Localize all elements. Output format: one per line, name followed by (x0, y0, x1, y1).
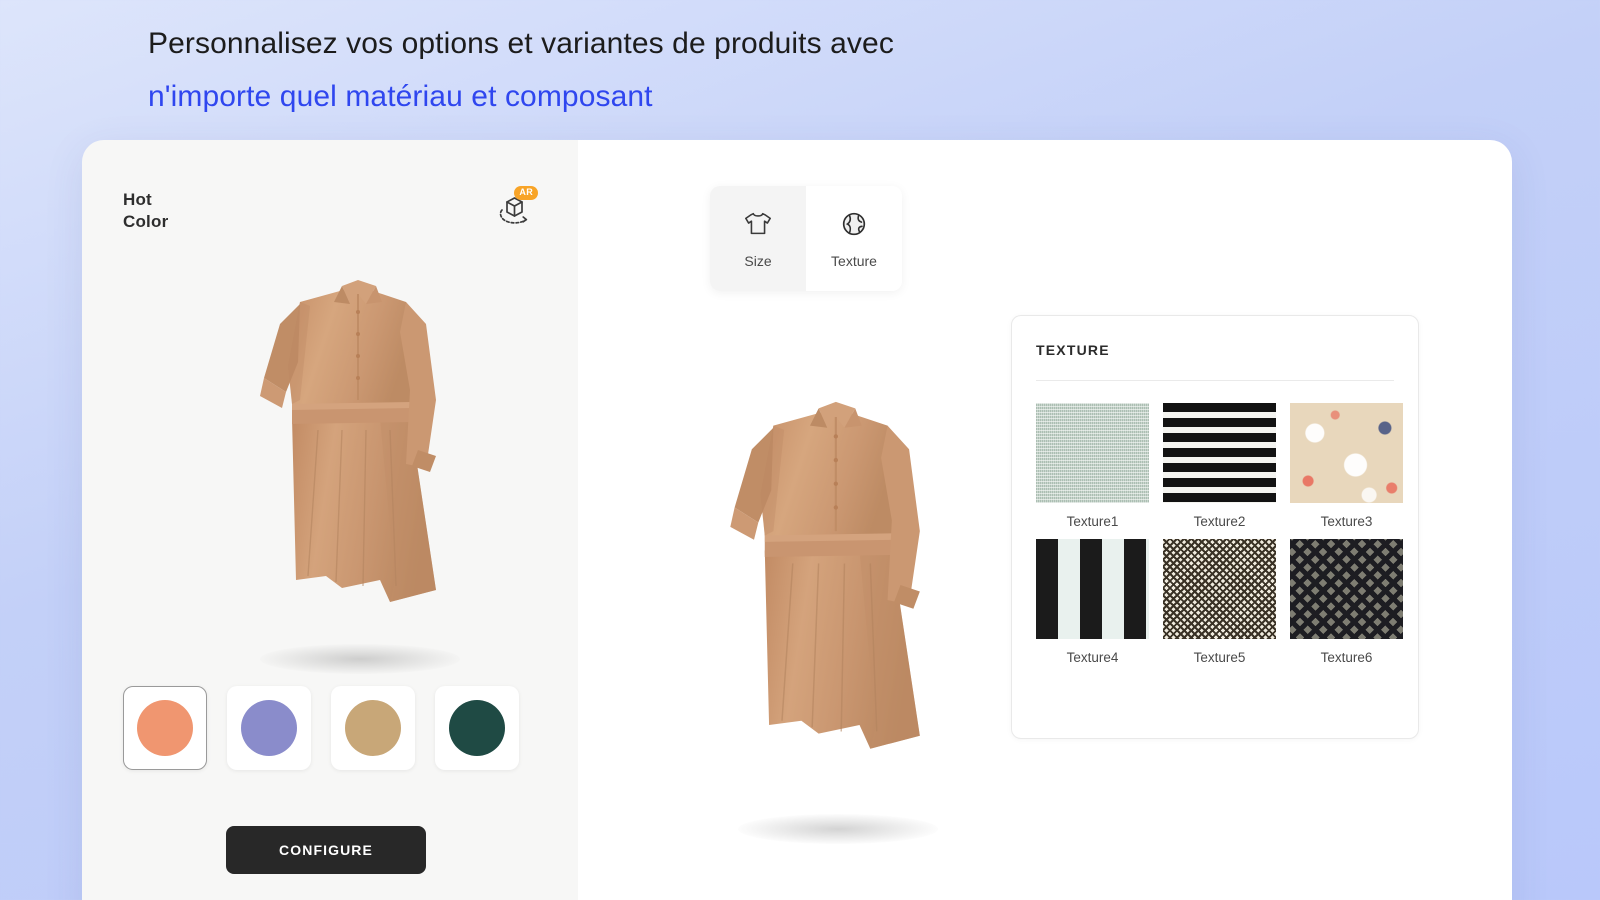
texture-swatch-image (1290, 403, 1403, 503)
right-configurator-panel: Size Texture TEXTURE Texture1 Texture2 T… (578, 140, 1512, 900)
page-headline: Personnalisez vos options et variantes d… (148, 22, 1248, 119)
ar-view-button[interactable]: AR (490, 186, 538, 232)
texture-option-2[interactable]: Texture2 (1163, 403, 1276, 529)
left-product-preview[interactable] (230, 250, 490, 674)
tab-texture-label: Texture (831, 252, 877, 269)
texture-swatch-image (1036, 403, 1149, 503)
hot-color-title: Hot Color (123, 189, 168, 233)
configure-button[interactable]: CONFIGURE (226, 826, 426, 874)
tshirt-icon (745, 212, 771, 234)
color-swatch-deep-teal[interactable] (435, 686, 519, 770)
texture-swatch-image (1163, 539, 1276, 639)
left-preview-panel: Hot Color AR CONFIGURE (82, 140, 578, 900)
tab-texture[interactable]: Texture (806, 186, 902, 291)
texture-swatch-image (1290, 539, 1403, 639)
option-tab-group: Size Texture (710, 186, 902, 291)
color-dot (241, 700, 297, 756)
texture-panel-title: TEXTURE (1036, 342, 1110, 358)
configurator-card: Hot Color AR CONFIGURE Size Texture TEXT… (82, 140, 1512, 900)
texture-option-label: Texture6 (1320, 650, 1373, 665)
texture-grid: Texture1 Texture2 Texture3 Texture4 Text… (1036, 403, 1403, 665)
hot-color-title-line-1: Hot (123, 190, 152, 209)
product-shadow (260, 644, 460, 674)
color-dot (449, 700, 505, 756)
tab-size[interactable]: Size (710, 186, 806, 291)
texture-option-label: Texture4 (1066, 650, 1119, 665)
color-dot (345, 700, 401, 756)
shirt-dress-illustration (260, 280, 436, 602)
texture-swatch-image (1163, 403, 1276, 503)
texture-option-4[interactable]: Texture4 (1036, 539, 1149, 665)
color-swatch-periwinkle[interactable] (227, 686, 311, 770)
texture-option-label: Texture2 (1193, 514, 1246, 529)
color-dot (137, 700, 193, 756)
texture-option-6[interactable]: Texture6 (1290, 539, 1403, 665)
shirt-dress-illustration (730, 401, 920, 749)
headline-line-2: n'importe quel matériau et composant (148, 80, 653, 113)
texture-option-5[interactable]: Texture5 (1163, 539, 1276, 665)
right-product-preview[interactable] (698, 350, 978, 844)
texture-option-label: Texture5 (1193, 650, 1246, 665)
texture-panel: TEXTURE Texture1 Texture2 Texture3 Textu… (1011, 315, 1419, 739)
ar-badge: AR (514, 186, 538, 200)
texture-option-1[interactable]: Texture1 (1036, 403, 1149, 529)
tab-size-label: Size (744, 252, 772, 269)
hot-color-title-line-2: Color (123, 212, 169, 231)
texture-swatch-image (1036, 539, 1149, 639)
texture-option-label: Texture1 (1066, 514, 1119, 529)
headline-line-1: Personnalisez vos options et variantes d… (148, 27, 894, 60)
product-shadow (738, 814, 938, 844)
fabric-swatch-icon (842, 212, 866, 235)
color-swatch-row (123, 686, 519, 770)
color-swatch-camel[interactable] (331, 686, 415, 770)
color-swatch-salmon[interactable] (123, 686, 207, 770)
texture-option-3[interactable]: Texture3 (1290, 403, 1403, 529)
texture-option-label: Texture3 (1320, 514, 1373, 529)
texture-panel-divider (1036, 380, 1394, 381)
